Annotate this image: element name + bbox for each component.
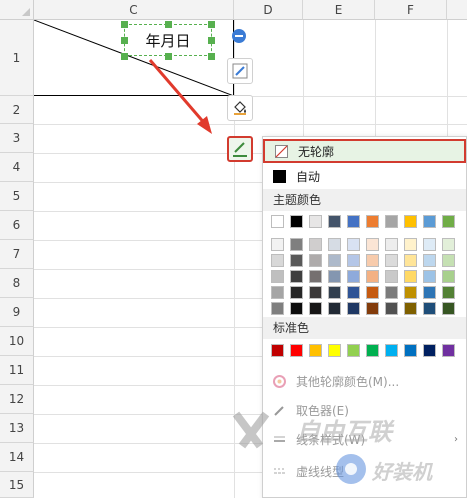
theme-shade-swatch[interactable] — [290, 302, 303, 315]
theme-color-swatch[interactable] — [385, 215, 398, 228]
theme-shade-swatch[interactable] — [404, 254, 417, 267]
theme-shade-swatch[interactable] — [328, 238, 341, 251]
theme-shade-swatch[interactable] — [290, 238, 303, 251]
theme-shade-swatch[interactable] — [423, 270, 436, 283]
spreadsheet: C D E F 1 2 3 4 5 6 7 8 9 10 11 12 13 14… — [0, 0, 467, 498]
theme-shade-swatch[interactable] — [271, 270, 284, 283]
standard-color-swatch[interactable] — [347, 344, 360, 357]
theme-shade-swatch[interactable] — [385, 286, 398, 299]
theme-shade-swatch[interactable] — [423, 302, 436, 315]
standard-color-swatch[interactable] — [385, 344, 398, 357]
chevron-right-icon: › — [454, 433, 458, 445]
theme-shade-swatch[interactable] — [423, 238, 436, 251]
theme-shade-swatch[interactable] — [385, 254, 398, 267]
menu-item-automatic[interactable]: 自动 — [263, 164, 466, 188]
theme-color-swatch[interactable] — [328, 215, 341, 228]
theme-color-swatch[interactable] — [290, 215, 303, 228]
theme-shade-swatch[interactable] — [309, 302, 322, 315]
theme-shade-swatch[interactable] — [442, 254, 455, 267]
theme-shade-swatch[interactable] — [385, 302, 398, 315]
automatic-swatch — [273, 169, 286, 183]
standard-color-swatch[interactable] — [366, 344, 379, 357]
theme-shade-swatch[interactable] — [328, 286, 341, 299]
standard-color-swatch[interactable] — [404, 344, 417, 357]
theme-color-swatch[interactable] — [366, 215, 379, 228]
theme-shade-swatch[interactable] — [271, 254, 284, 267]
theme-shade-swatch[interactable] — [347, 302, 360, 315]
menu-item-more-outline-colors[interactable]: 其他轮廓颜色(M)... — [263, 369, 466, 393]
theme-shade-swatch[interactable] — [423, 286, 436, 299]
theme-shade-swatch[interactable] — [271, 238, 284, 251]
theme-shade-swatch[interactable] — [366, 254, 379, 267]
theme-shade-swatch[interactable] — [271, 302, 284, 315]
theme-shade-swatch[interactable] — [404, 286, 417, 299]
theme-color-swatch[interactable] — [271, 215, 284, 228]
theme-shade-swatch[interactable] — [328, 302, 341, 315]
theme-shade-swatch[interactable] — [347, 286, 360, 299]
theme-shade-swatch[interactable] — [404, 302, 417, 315]
theme-shade-swatch[interactable] — [309, 238, 322, 251]
theme-color-swatch[interactable] — [404, 215, 417, 228]
theme-shade-swatch[interactable] — [442, 286, 455, 299]
theme-shade-swatch[interactable] — [442, 238, 455, 251]
no-outline-icon — [275, 144, 288, 158]
theme-shade-swatch[interactable] — [309, 270, 322, 283]
standard-color-swatch[interactable] — [423, 344, 436, 357]
menu-item-no-outline[interactable]: 无轮廓 — [263, 139, 466, 163]
theme-shade-swatch[interactable] — [347, 270, 360, 283]
theme-shade-swatch[interactable] — [290, 270, 303, 283]
theme-shade-swatch[interactable] — [347, 238, 360, 251]
watermark-text: 自由互联 — [296, 418, 392, 446]
theme-shade-swatch[interactable] — [423, 254, 436, 267]
theme-shade-swatch[interactable] — [290, 286, 303, 299]
theme-shade-swatch[interactable] — [404, 238, 417, 251]
standard-color-swatch[interactable] — [290, 344, 303, 357]
theme-shade-swatch[interactable] — [309, 254, 322, 267]
more-outline-colors-label: 其他轮廓颜色(M)... — [296, 374, 400, 389]
standard-color-swatch[interactable] — [309, 344, 322, 357]
theme-shade-swatch[interactable] — [442, 270, 455, 283]
theme-color-swatch[interactable] — [423, 215, 436, 228]
theme-shade-swatch[interactable] — [442, 302, 455, 315]
theme-color-swatch[interactable] — [442, 215, 455, 228]
theme-shade-swatch[interactable] — [328, 254, 341, 267]
theme-shade-swatch[interactable] — [290, 254, 303, 267]
theme-shade-swatch[interactable] — [385, 238, 398, 251]
watermark-logo — [232, 411, 270, 449]
theme-shade-swatch[interactable] — [366, 238, 379, 251]
theme-color-swatch[interactable] — [347, 215, 360, 228]
theme-shade-swatch[interactable] — [366, 286, 379, 299]
dash-style-icon — [274, 468, 285, 473]
theme-color-swatch[interactable] — [309, 215, 322, 228]
color-wheel-icon — [273, 374, 286, 388]
standard-color-swatch[interactable] — [328, 344, 341, 357]
no-outline-label: 无轮廓 — [298, 144, 335, 159]
standard-color-swatch[interactable] — [442, 344, 455, 357]
theme-shade-swatch[interactable] — [366, 270, 379, 283]
theme-shade-swatch[interactable] — [271, 286, 284, 299]
theme-shade-swatch[interactable] — [328, 270, 341, 283]
standard-color-swatch[interactable] — [271, 344, 284, 357]
theme-colors-title: 主题颜色 — [263, 189, 466, 211]
automatic-label: 自动 — [296, 169, 321, 184]
watermark-eye-icon — [336, 454, 366, 484]
theme-shade-swatch[interactable] — [309, 286, 322, 299]
standard-colors-title: 标准色 — [263, 317, 466, 339]
watermark-text-2: 好装机 — [372, 460, 432, 484]
theme-shade-swatch[interactable] — [366, 302, 379, 315]
theme-shade-swatch[interactable] — [404, 270, 417, 283]
theme-shade-swatch[interactable] — [385, 270, 398, 283]
theme-shade-swatch[interactable] — [347, 254, 360, 267]
